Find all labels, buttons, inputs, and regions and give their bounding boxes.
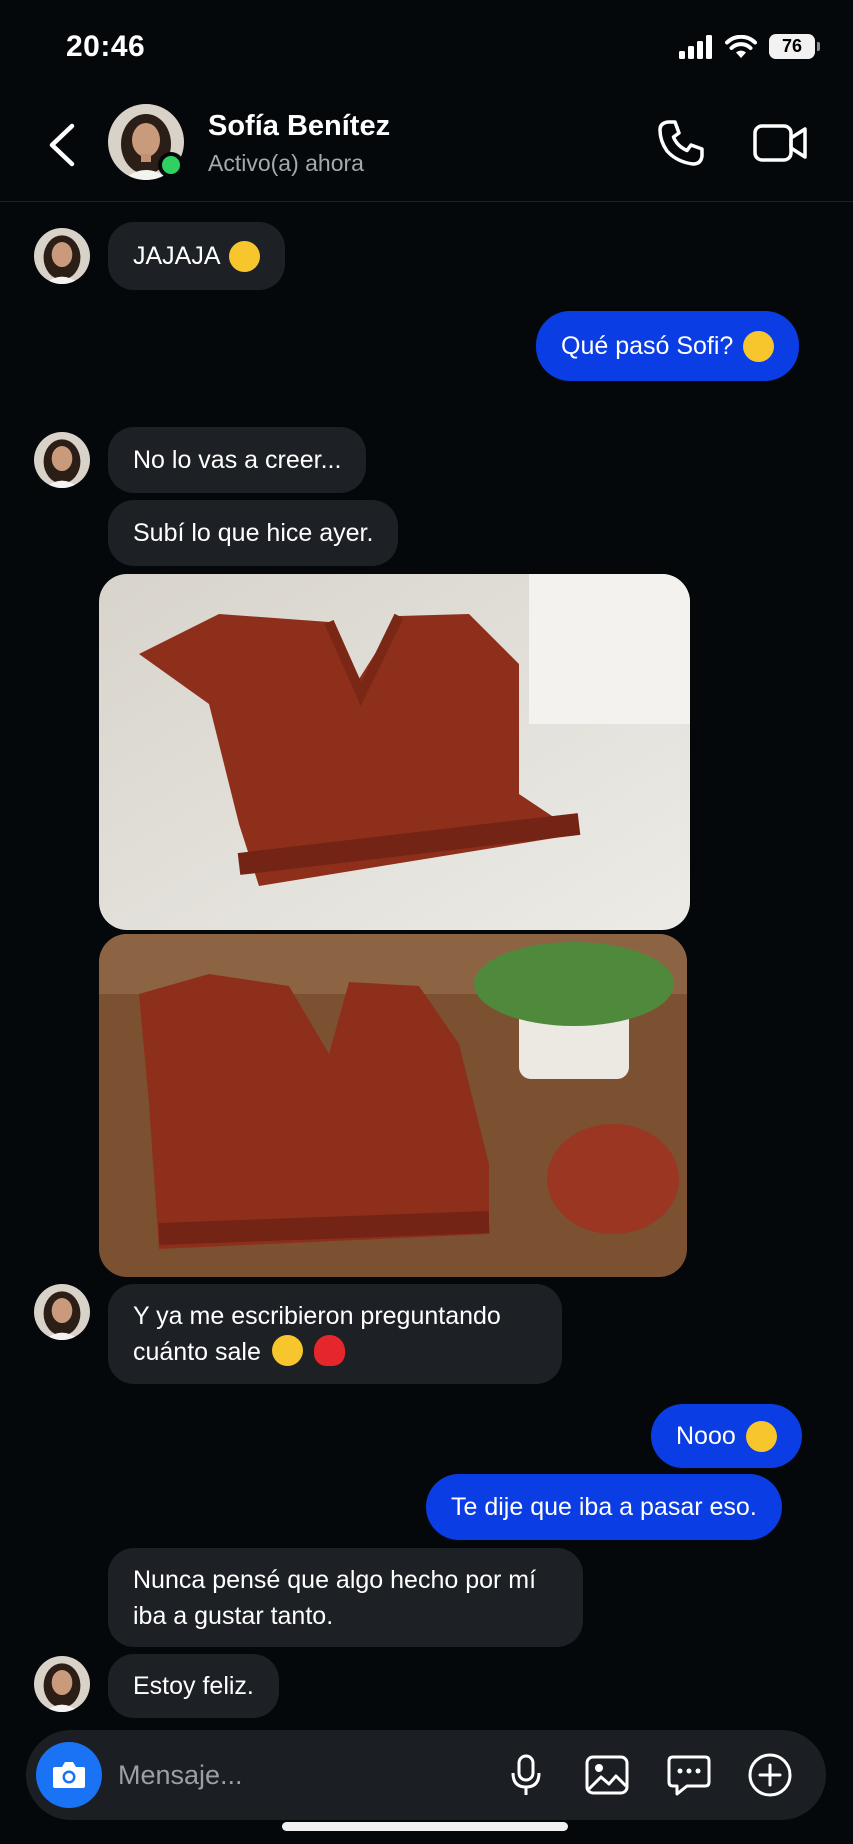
incoming-message[interactable]: Y ya me escribieron preguntando cuánto s… bbox=[108, 1284, 562, 1384]
message-text: Estoy feliz. bbox=[133, 1672, 254, 1700]
video-call-button[interactable] bbox=[752, 116, 810, 170]
outgoing-message[interactable]: Qué pasó Sofi? bbox=[536, 311, 800, 381]
contact-message-avatar[interactable] bbox=[34, 1656, 90, 1712]
battery-level: 76 bbox=[781, 36, 803, 56]
contact-name[interactable]: Sofía Benítez bbox=[208, 110, 390, 143]
incoming-message[interactable]: No lo vas a creer... bbox=[108, 427, 367, 493]
status-bar: 20:46 76 bbox=[0, 0, 853, 96]
message-text: Qué pasó Sofi? bbox=[561, 332, 734, 360]
outgoing-message[interactable]: Te dije que iba a pasar eso. bbox=[426, 1474, 782, 1540]
more-button[interactable] bbox=[744, 1749, 796, 1801]
shared-photo-vest-on-bed[interactable] bbox=[99, 574, 690, 930]
gallery-icon bbox=[585, 1755, 629, 1795]
message-text-line-2: iba a gustar tanto. bbox=[133, 1602, 334, 1630]
online-status-dot bbox=[158, 152, 184, 178]
loudly-crying-face-icon bbox=[228, 240, 260, 272]
status-icons: 76 bbox=[679, 34, 820, 59]
gallery-button[interactable] bbox=[581, 1749, 633, 1801]
cellular-signal-icon bbox=[679, 34, 712, 59]
message-composer bbox=[26, 1730, 826, 1820]
message-text: Nooo bbox=[676, 1422, 736, 1450]
incoming-message[interactable]: Subí lo que hice ayer. bbox=[108, 500, 399, 566]
sticker-icon bbox=[667, 1755, 711, 1796]
camera-icon bbox=[53, 1762, 85, 1788]
message-text-line-1: Nunca pensé que algo hecho por mí bbox=[133, 1566, 537, 1594]
message-text-line-2: cuánto sale bbox=[133, 1338, 261, 1366]
loudly-crying-face-icon bbox=[271, 1335, 303, 1366]
message-text: No lo vas a creer... bbox=[133, 446, 342, 474]
microphone-button[interactable] bbox=[500, 1749, 552, 1801]
voice-call-button[interactable] bbox=[654, 116, 708, 170]
red-heart-icon bbox=[313, 1335, 345, 1366]
wifi-icon bbox=[725, 34, 757, 58]
chat-header: Sofía Benítez Activo(a) ahora bbox=[0, 96, 853, 202]
camera-button[interactable] bbox=[36, 1742, 102, 1808]
contact-status: Activo(a) ahora bbox=[208, 150, 364, 176]
message-text: Te dije que iba a pasar eso. bbox=[451, 1493, 757, 1521]
message-input[interactable] bbox=[118, 1754, 418, 1796]
incoming-message[interactable]: Nunca pensé que algo hecho por mí iba a … bbox=[108, 1548, 583, 1647]
message-text: Subí lo que hice ayer. bbox=[133, 519, 374, 547]
contact-message-avatar[interactable] bbox=[34, 1284, 90, 1340]
message-text-line-1: Y ya me escribieron preguntando bbox=[133, 1302, 501, 1330]
microphone-icon bbox=[511, 1754, 541, 1795]
plus-icon bbox=[748, 1753, 792, 1797]
home-indicator bbox=[282, 1822, 568, 1831]
heart-eyes-face-icon bbox=[745, 1420, 777, 1452]
incoming-message[interactable]: Estoy feliz. bbox=[108, 1654, 279, 1718]
contact-message-avatar[interactable] bbox=[34, 432, 90, 488]
back-button[interactable] bbox=[40, 120, 84, 170]
message-text: JAJAJA bbox=[133, 242, 221, 270]
incoming-message[interactable]: JAJAJA bbox=[108, 222, 285, 290]
contact-message-avatar[interactable] bbox=[34, 228, 90, 284]
outgoing-message[interactable]: Nooo bbox=[651, 1404, 802, 1468]
battery-indicator: 76 bbox=[769, 34, 820, 59]
status-time: 20:46 bbox=[66, 30, 146, 63]
grinning-face-icon bbox=[743, 330, 775, 362]
shared-photo-vest-on-table[interactable] bbox=[99, 934, 687, 1277]
sticker-button[interactable] bbox=[663, 1749, 715, 1801]
